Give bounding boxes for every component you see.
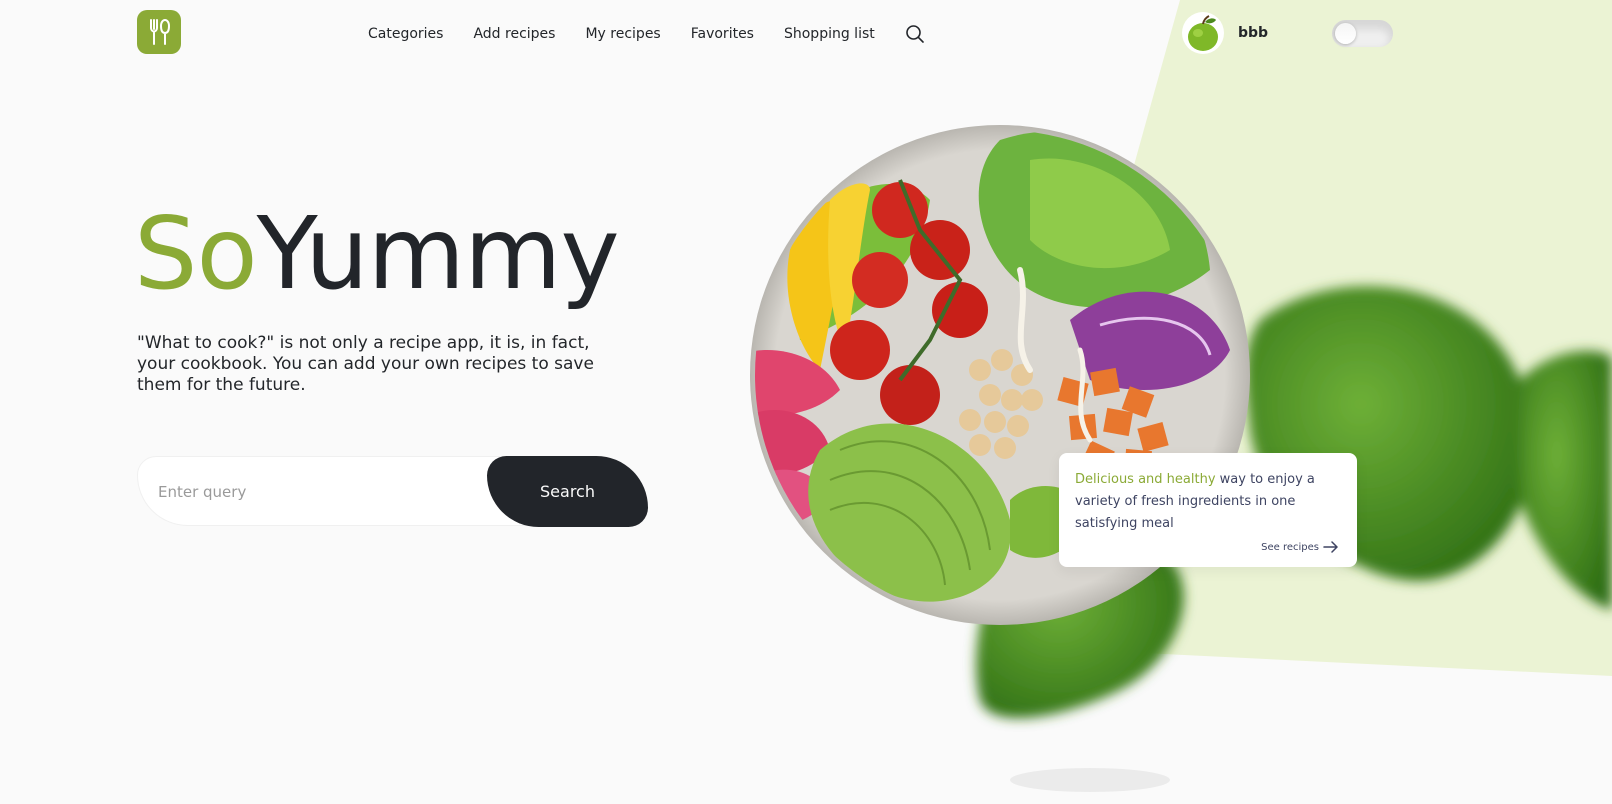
hero-title-accent: So (134, 195, 258, 312)
fork-knife-icon (150, 19, 170, 45)
search-form: Search (137, 456, 648, 527)
toggle-knob (1335, 23, 1356, 44)
nav-add-recipes[interactable]: Add recipes (473, 26, 555, 42)
main-nav: Categories Add recipes My recipes Favori… (368, 24, 925, 44)
avatar (1182, 12, 1224, 54)
nav-shopping-list[interactable]: Shopping list (784, 26, 875, 42)
nav-favorites[interactable]: Favorites (691, 26, 754, 42)
search-icon (905, 25, 924, 43)
nav-my-recipes[interactable]: My recipes (585, 26, 660, 42)
theme-toggle[interactable] (1332, 20, 1393, 47)
username: bbb (1238, 25, 1269, 41)
hero-title-rest: Yummy (256, 195, 620, 312)
logo[interactable] (137, 10, 181, 54)
search-button[interactable]: Search (487, 456, 648, 527)
see-recipes-link[interactable]: See recipes (1261, 541, 1339, 553)
apple-icon (1188, 15, 1218, 51)
promo-highlight: Delicious and healthy (1075, 472, 1216, 487)
see-recipes-label: See recipes (1261, 541, 1319, 553)
nav-search-button[interactable] (905, 24, 925, 44)
nav-categories[interactable]: Categories (368, 26, 443, 42)
user-menu[interactable]: bbb (1182, 12, 1268, 54)
search-input[interactable] (158, 479, 458, 505)
arrow-right-icon (1323, 541, 1338, 553)
promo-text: Delicious and healthy way to enjoy a var… (1075, 469, 1341, 535)
promo-card: Delicious and healthy way to enjoy a var… (1059, 453, 1357, 567)
hero-description: "What to cook?" is not only a recipe app… (137, 333, 594, 395)
hero-title: SoYummy (134, 204, 620, 304)
